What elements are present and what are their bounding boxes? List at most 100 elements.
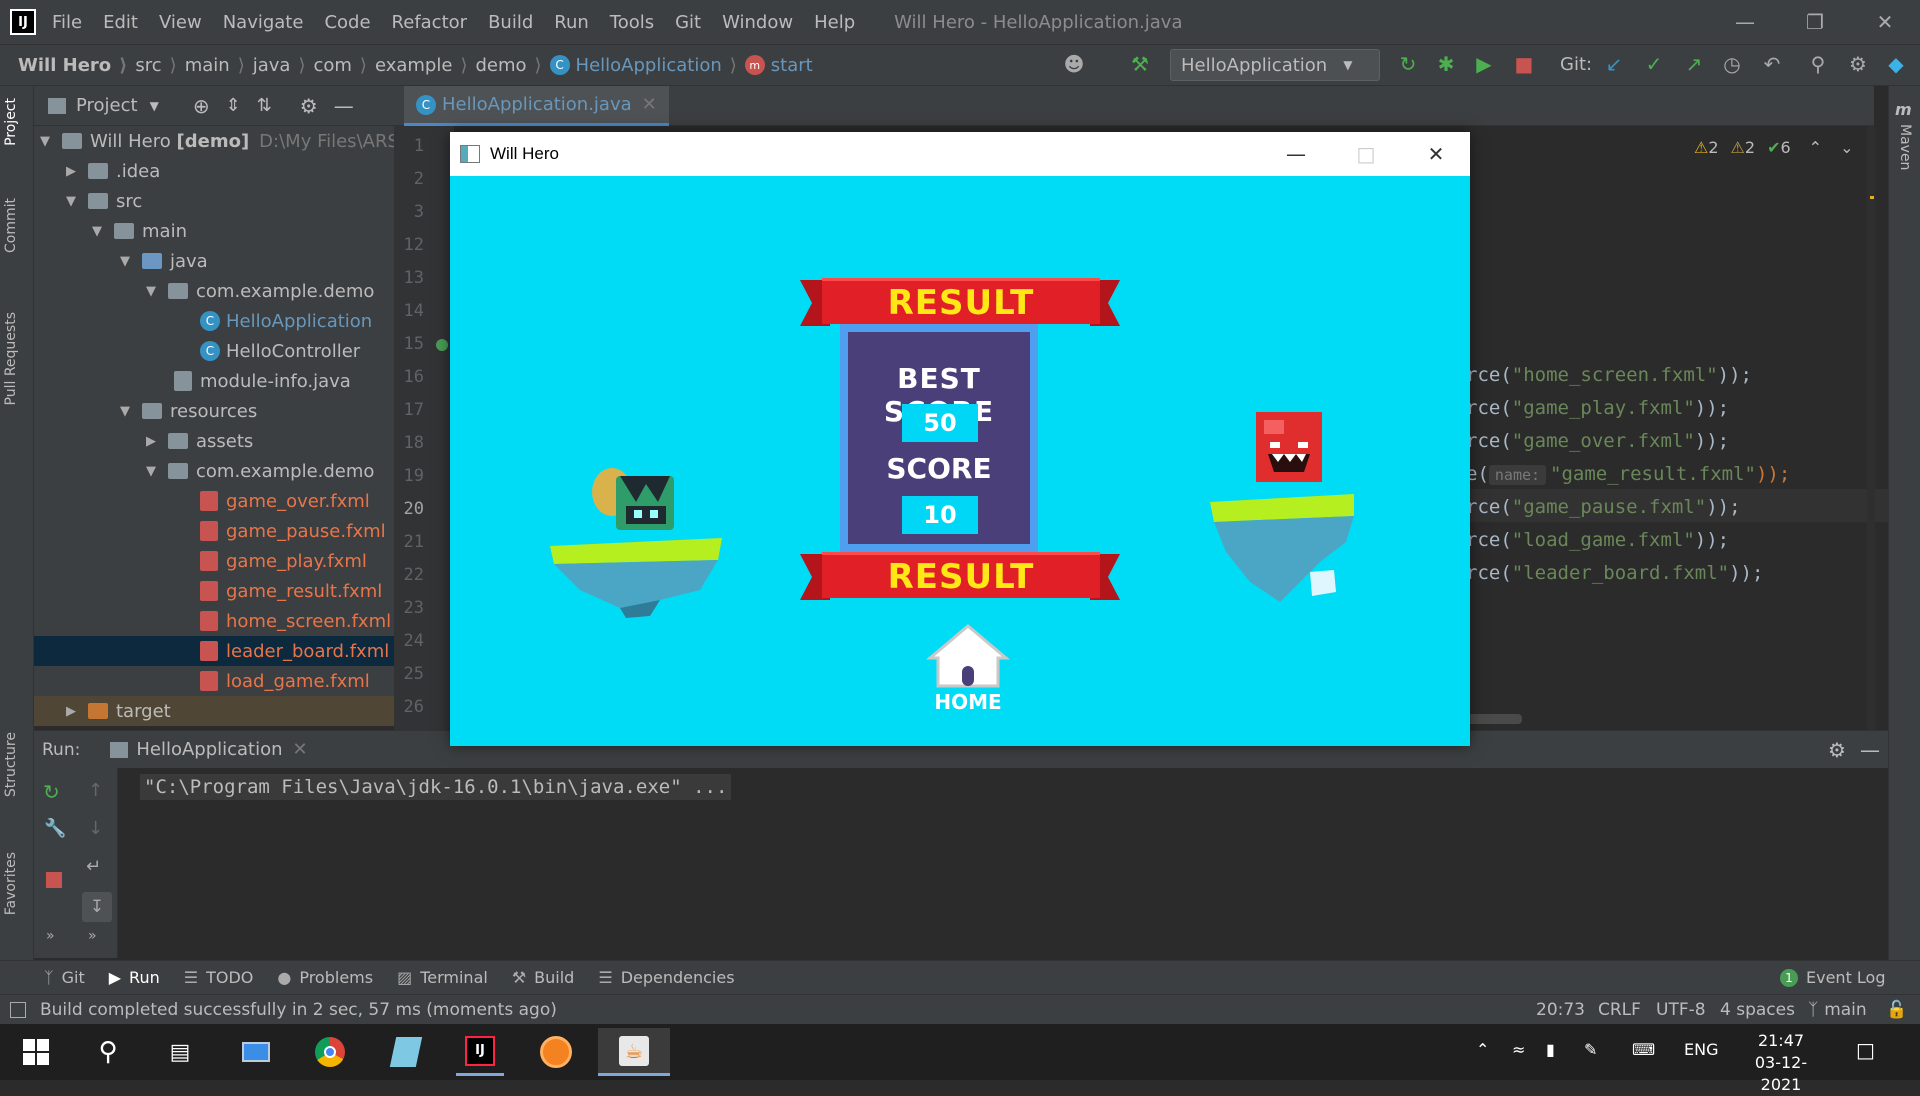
caret-position[interactable]: 20:73 [1536, 1000, 1585, 1020]
coverage-icon[interactable]: ▶ [1472, 52, 1496, 76]
tree-item-game-over[interactable]: game_over.fxml [200, 486, 370, 516]
menu-window[interactable]: Window [722, 12, 793, 33]
editor-scrollbar[interactable] [1867, 126, 1875, 730]
strip-maven[interactable]: Maven [1897, 124, 1913, 170]
hide-panel-icon[interactable]: — [334, 94, 354, 118]
stop-icon[interactable]: ■ [1512, 52, 1536, 76]
tree-item-hellocontroller[interactable]: C HelloController [200, 336, 360, 366]
tree-item-main[interactable]: ▼ main [92, 216, 187, 246]
tree-item-root[interactable]: ▼Will Hero [demo]D:\My Files\ARS@ [40, 126, 394, 156]
expand-all-icon[interactable]: ⇕ [226, 95, 241, 116]
tree-item-home-screen[interactable]: home_screen.fxml [200, 606, 391, 636]
close-tab-icon[interactable]: ✕ [293, 739, 308, 760]
chevron-up-icon[interactable]: ⌃ [1809, 138, 1822, 157]
pen-icon[interactable]: ✎ [1584, 1040, 1597, 1059]
menu-code[interactable]: Code [324, 12, 370, 33]
brave-icon[interactable] [532, 1028, 580, 1076]
tree-item-resource-package[interactable]: ▼ com.example.demo [146, 456, 374, 486]
lock-icon[interactable]: 🔓 [1886, 1000, 1907, 1020]
tab-dependencies[interactable]: ☰ Dependencies [598, 968, 734, 987]
tab-git[interactable]: ᛉ Git [44, 968, 85, 987]
menu-git[interactable]: Git [675, 12, 701, 33]
project-dropdown[interactable]: Project [76, 95, 138, 116]
keyboard-icon[interactable]: ⌨ [1632, 1040, 1655, 1059]
battery-icon[interactable]: ▮ [1546, 1040, 1555, 1059]
history-icon[interactable]: ◷ [1720, 52, 1744, 76]
strip-commit[interactable]: Commit [3, 198, 19, 253]
notepad-icon[interactable] [382, 1028, 430, 1076]
breadcrumb-java[interactable]: java ⟩ [253, 55, 306, 76]
breadcrumb-demo[interactable]: demo ⟩ [475, 55, 541, 76]
tree-item-game-pause[interactable]: game_pause.fxml [200, 516, 386, 546]
tab-build[interactable]: ⚒ Build [512, 968, 575, 987]
git-branch-widget[interactable]: ᛉ main [1808, 1000, 1867, 1020]
line-separator[interactable]: CRLF [1598, 1000, 1641, 1020]
menu-refactor[interactable]: Refactor [392, 12, 468, 33]
user-icon[interactable]: ☻ [1062, 52, 1086, 76]
panel-toggle-icon[interactable] [10, 1001, 26, 1018]
breadcrumb-class[interactable]: C HelloApplication ⟩ [549, 55, 737, 76]
close-icon[interactable]: ✕ [1406, 132, 1466, 176]
collapse-all-icon[interactable]: ⇅ [257, 95, 272, 116]
tab-run[interactable]: ▶ Run [109, 968, 160, 987]
inspection-widget[interactable]: ⚠ 2 ⚠ 2 ✔ 6 ⌃ ⌄ [1694, 138, 1853, 157]
menu-build[interactable]: Build [488, 12, 533, 33]
rerun-icon[interactable]: ↻ [43, 780, 60, 804]
more-icon[interactable]: » [46, 928, 55, 944]
close-tab-icon[interactable]: ✕ [642, 94, 657, 115]
hide-panel-icon[interactable]: — [1860, 738, 1880, 762]
strip-favorites[interactable]: Favorites [3, 852, 19, 915]
tree-item-helloapplication[interactable]: C HelloApplication [200, 306, 372, 336]
chrome-icon[interactable] [306, 1028, 354, 1076]
tree-item-module-info[interactable]: module-info.java [174, 366, 351, 396]
strip-project[interactable]: Project [3, 98, 19, 146]
menu-help[interactable]: Help [814, 12, 855, 33]
gear-icon[interactable]: ⚙ [1828, 738, 1846, 762]
tree-item-src[interactable]: ▼ src [66, 186, 142, 216]
minimize-icon[interactable]: — [1266, 132, 1326, 176]
tab-problems[interactable]: ● Problems [277, 968, 373, 987]
rerun-icon[interactable]: ↻ [1396, 52, 1420, 76]
tab-todo[interactable]: ☰ TODO [184, 968, 254, 987]
close-icon[interactable]: ✕ [1852, 0, 1918, 44]
minimize-icon[interactable]: — [1712, 0, 1778, 44]
search-icon[interactable]: ⚲ [84, 1028, 132, 1076]
horizontal-scrollbar[interactable] [1462, 714, 1522, 724]
menu-file[interactable]: File [52, 12, 82, 33]
gear-icon[interactable]: ⚙ [300, 94, 318, 118]
run-gutter-icon[interactable] [436, 339, 448, 351]
breadcrumb-src[interactable]: src ⟩ [135, 55, 176, 76]
wifi-icon[interactable]: ≈ [1512, 1040, 1525, 1059]
this-pc-icon[interactable] [232, 1028, 280, 1076]
menu-view[interactable]: View [159, 12, 202, 33]
rollback-icon[interactable]: ↶ [1760, 52, 1784, 76]
more-icon[interactable]: » [88, 928, 97, 944]
tab-terminal[interactable]: ▨ Terminal [397, 968, 488, 987]
strip-structure[interactable]: Structure [3, 732, 19, 797]
language-indicator[interactable]: ENG [1684, 1040, 1718, 1059]
gear-icon[interactable]: ⚙ [1846, 52, 1870, 76]
git-push-icon[interactable]: ↗ [1682, 52, 1706, 76]
git-commit-icon[interactable]: ✓ [1642, 52, 1666, 76]
strip-pull-requests[interactable]: Pull Requests [3, 312, 19, 405]
search-icon[interactable]: ⚲ [1806, 52, 1830, 76]
toolbox-icon[interactable]: ◆ [1884, 52, 1908, 76]
menu-navigate[interactable]: Navigate [223, 12, 304, 33]
breadcrumb-method[interactable]: m start [744, 55, 813, 76]
run-configuration-select[interactable]: HelloApplication ▼ [1170, 49, 1380, 81]
indent-setting[interactable]: 4 spaces [1720, 1000, 1795, 1020]
java-app-taskbar-icon[interactable]: ☕ [598, 1028, 670, 1076]
tree-item-load-game[interactable]: load_game.fxml [200, 666, 370, 696]
chevron-down-icon[interactable]: ▼ [150, 99, 159, 113]
windows-start-icon[interactable] [12, 1028, 60, 1076]
intellij-taskbar-icon[interactable]: IJ [456, 1028, 504, 1076]
tree-item-assets[interactable]: ▶ assets [146, 426, 253, 456]
tree-item-package[interactable]: ▼ com.example.demo [146, 276, 374, 306]
build-hammer-icon[interactable]: ⚒ [1128, 52, 1152, 76]
file-encoding[interactable]: UTF-8 [1656, 1000, 1706, 1020]
tree-item-target[interactable]: ▶ target [66, 696, 171, 726]
stop-icon[interactable] [46, 872, 62, 888]
task-view-icon[interactable]: ▤ [156, 1028, 204, 1076]
tab-event-log[interactable]: 1 Event Log [1780, 968, 1886, 987]
maximize-icon[interactable]: □ [1336, 132, 1396, 176]
